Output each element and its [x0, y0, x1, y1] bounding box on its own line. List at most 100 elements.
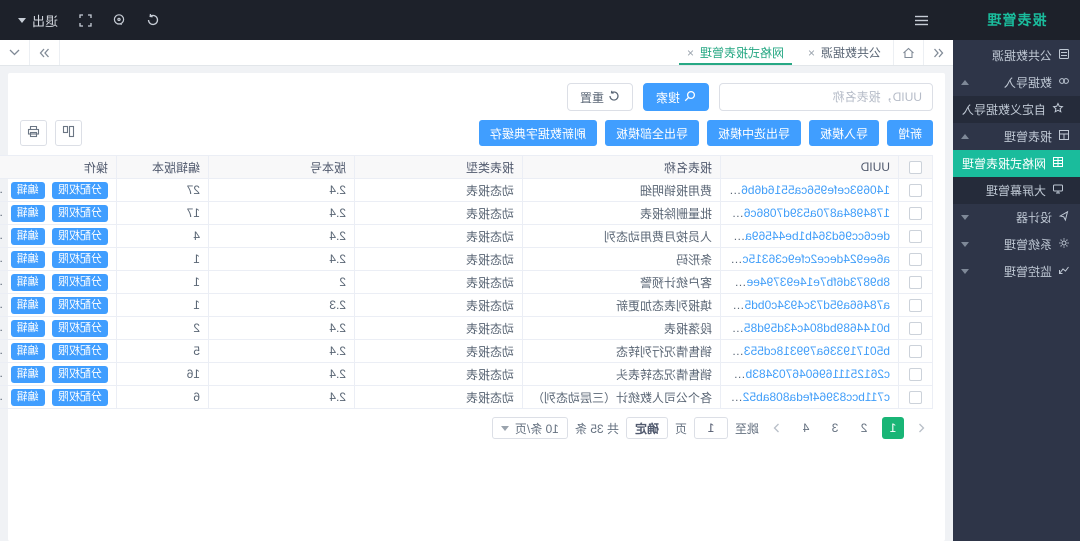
row-checkbox[interactable]	[909, 253, 922, 266]
tab-options-chevron-icon[interactable]	[0, 40, 30, 65]
row-checkbox[interactable]	[909, 368, 922, 381]
assign-permission-button[interactable]: 分配权限	[52, 205, 108, 222]
search-button[interactable]: 搜索	[643, 83, 709, 111]
uuid-link[interactable]: c26125111696046703483b7915...	[721, 367, 891, 381]
message-icon[interactable]	[102, 13, 136, 27]
uuid-link[interactable]: b0144689bd804c43d59d85871a...	[721, 321, 891, 335]
tab-scroll-right-icon[interactable]	[30, 40, 60, 65]
sidebar-item-monitor-management[interactable]: 监控管理	[953, 258, 1080, 285]
version-cell: 2.4	[209, 225, 355, 248]
uuid-link[interactable]: c711bcc83964feda808ab52ee0...	[721, 390, 891, 404]
sidebar-item-custom-data-import[interactable]: 自定义数据导入	[953, 96, 1080, 123]
page-button-1[interactable]: 1	[882, 417, 904, 439]
row-checkbox[interactable]	[909, 345, 922, 358]
delete-button[interactable]: 删除	[0, 251, 3, 268]
edit-button[interactable]: 编辑	[11, 297, 45, 314]
app-title: 报表管理	[953, 0, 1080, 40]
assign-permission-button[interactable]: 分配权限	[52, 297, 108, 314]
delete-button[interactable]: 删除	[0, 182, 3, 199]
row-checkbox[interactable]	[909, 391, 922, 404]
home-icon[interactable]	[893, 40, 923, 65]
column-setting-icon	[62, 125, 75, 141]
uuid-link[interactable]: 1784984a870a539d7086c6d3...	[721, 206, 891, 220]
export-all-button[interactable]: 导出全部模板	[605, 120, 699, 146]
assign-permission-button[interactable]: 分配权限	[52, 320, 108, 337]
delete-button[interactable]: 删除	[0, 366, 3, 383]
assign-permission-button[interactable]: 分配权限	[52, 343, 108, 360]
uuid-link[interactable]: dec6cc96d364b1be44569ae18...	[721, 229, 891, 243]
version-cell: 2.4	[209, 363, 355, 386]
tab-grid-report-management[interactable]: 网格式报表管理 ×	[675, 40, 796, 65]
mirrored-app-root: 报表管理 公共数据源 数据导入 自定义数据导入 报表管理	[0, 0, 1080, 541]
row-checkbox[interactable]	[909, 276, 922, 289]
jump-page-input[interactable]	[694, 417, 728, 439]
delete-button[interactable]: 删除	[0, 389, 3, 406]
sidebar-item-system-management[interactable]: 系统管理	[953, 231, 1080, 258]
row-checkbox[interactable]	[909, 299, 922, 312]
sidebar-item-label: 网格式报表管理	[961, 155, 1046, 172]
sidebar-item-big-screen-management[interactable]: 大屏幕管理	[953, 177, 1080, 204]
sidebar-item-report-management[interactable]: 报表管理	[953, 123, 1080, 150]
edit-button[interactable]: 编辑	[11, 228, 45, 245]
prev-page-icon[interactable]	[911, 417, 933, 439]
uuid-link[interactable]: a78466a95d73c4934c0bd5d11...	[721, 298, 891, 312]
sidebar-item-grid-report-management[interactable]: 网格式报表管理	[953, 150, 1080, 177]
uuid-link[interactable]: b501719336a799318cd553cc22...	[721, 344, 891, 358]
assign-permission-button[interactable]: 分配权限	[52, 274, 108, 291]
edit-button[interactable]: 编辑	[11, 182, 45, 199]
edit-button[interactable]: 编辑	[11, 274, 45, 291]
refresh-icon[interactable]	[136, 13, 170, 27]
sidebar-item-designer[interactable]: 设计器	[953, 204, 1080, 231]
delete-button[interactable]: 删除	[0, 297, 3, 314]
delete-button[interactable]: 删除	[0, 205, 3, 222]
hamburger-menu-icon[interactable]	[905, 14, 939, 27]
refresh-dict-cache-button[interactable]: 刷新数据字典缓存	[479, 120, 597, 146]
edit-button[interactable]: 编辑	[11, 320, 45, 337]
tab-public-datasource[interactable]: 公共数据源 ×	[796, 40, 893, 65]
close-icon[interactable]: ×	[808, 47, 815, 59]
edit-button[interactable]: 编辑	[11, 205, 45, 222]
print-button[interactable]	[20, 120, 47, 146]
row-checkbox[interactable]	[909, 184, 922, 197]
row-checkbox[interactable]	[909, 230, 922, 243]
per-page-select[interactable]: 10 条/页	[492, 417, 568, 439]
edit-button[interactable]: 编辑	[11, 251, 45, 268]
fullscreen-icon[interactable]	[68, 14, 102, 27]
assign-permission-button[interactable]: 分配权限	[52, 389, 108, 406]
uuid-link[interactable]: a6ee924dece2cfe9c36315c902...	[721, 252, 891, 266]
next-page-icon[interactable]	[766, 417, 788, 439]
reset-button[interactable]: 重置	[567, 83, 633, 111]
page-button-3[interactable]: 3	[824, 417, 846, 439]
column-setting-button[interactable]	[55, 120, 82, 146]
select-all-checkbox[interactable]	[909, 161, 922, 174]
row-checkbox[interactable]	[909, 322, 922, 335]
delete-button[interactable]: 删除	[0, 343, 3, 360]
table-row: a78466a95d73c4934c0bd5d11... 填报列表态加更新 动态…	[0, 294, 933, 317]
assign-permission-button[interactable]: 分配权限	[52, 228, 108, 245]
delete-button[interactable]: 删除	[0, 320, 3, 337]
page-button-2[interactable]: 2	[853, 417, 875, 439]
assign-permission-button[interactable]: 分配权限	[52, 251, 108, 268]
sidebar-item-data-import[interactable]: 数据导入	[953, 69, 1080, 96]
edit-button[interactable]: 编辑	[11, 343, 45, 360]
search-input[interactable]	[719, 83, 933, 111]
edit-button[interactable]: 编辑	[11, 366, 45, 383]
uuid-link[interactable]: 140693cefe956ca5516d6b666e2...	[721, 183, 891, 197]
logout-button[interactable]: 退出	[18, 11, 58, 30]
printer-icon	[27, 125, 40, 141]
collapse-sidebar-icon[interactable]	[923, 40, 953, 65]
close-icon[interactable]: ×	[687, 47, 694, 59]
assign-permission-button[interactable]: 分配权限	[52, 366, 108, 383]
delete-button[interactable]: 删除	[0, 228, 3, 245]
sidebar-item-public-datasource[interactable]: 公共数据源	[953, 42, 1080, 69]
row-checkbox[interactable]	[909, 207, 922, 220]
uuid-link[interactable]: 8b9873d6fb7e14e93794ee7fc1...	[721, 275, 891, 289]
confirm-jump-button[interactable]: 确定	[626, 417, 668, 439]
delete-button[interactable]: 删除	[0, 274, 3, 291]
page-button-4[interactable]: 4	[795, 417, 817, 439]
edit-button[interactable]: 编辑	[11, 389, 45, 406]
add-button[interactable]: 新增	[887, 120, 933, 146]
import-template-button[interactable]: 导入模板	[809, 120, 879, 146]
assign-permission-button[interactable]: 分配权限	[52, 182, 108, 199]
export-selected-button[interactable]: 导出选中模板	[707, 120, 801, 146]
